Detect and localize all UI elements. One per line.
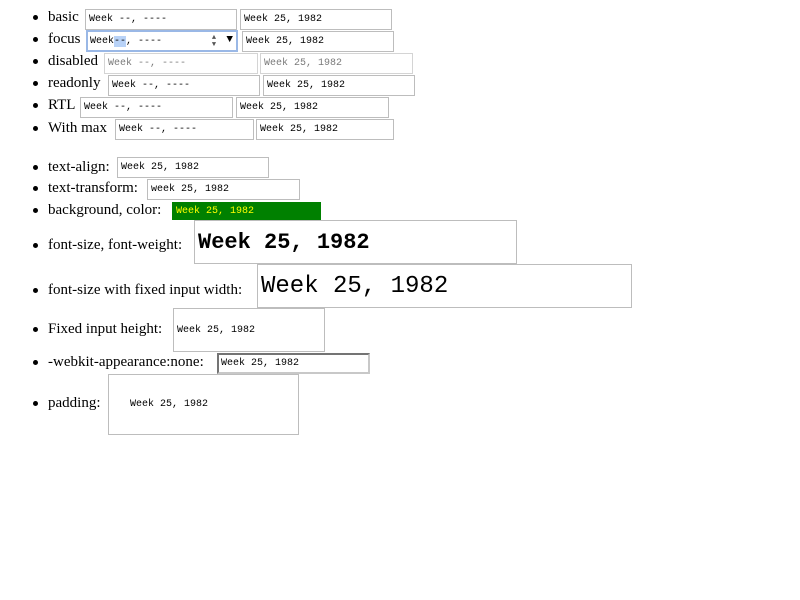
row-label: padding: <box>48 395 101 411</box>
row-label: disabled <box>48 53 98 69</box>
row-label: font-size with fixed input width: <box>48 282 243 298</box>
row-label: RTL <box>48 97 76 113</box>
week-input-readonly-filled[interactable]: Week 25, 1982 <box>263 75 415 96</box>
week-input-disabled-empty: Week --, ---- <box>104 53 258 74</box>
week-input-fixed-height[interactable]: Week 25, 1982 <box>173 308 325 352</box>
week-input-focus-empty[interactable]: Week -- , ---- ▲ ▼ ▼ <box>86 30 238 52</box>
row-label: -webkit-appearance:none: <box>48 354 204 370</box>
row-label: With max <box>48 120 107 136</box>
row-label: text-transform: <box>48 180 138 196</box>
row-label: font-size, font-weight: <box>48 237 183 253</box>
week-input-max-filled[interactable]: Week 25, 1982 <box>256 119 394 140</box>
week-input-readonly-empty[interactable]: Week --, ---- <box>108 75 260 96</box>
dropdown-triangle-icon[interactable]: ▼ <box>226 34 233 46</box>
week-input-basic-filled[interactable]: Week 25, 1982 <box>240 9 392 30</box>
spinner-arrows-icon[interactable]: ▲ ▼ <box>210 35 218 49</box>
week-input-rtl-filled[interactable]: Week 25, 1982 <box>236 97 389 118</box>
week-input-font-size-fixed-width[interactable]: Week 25, 1982 <box>257 264 632 308</box>
week-input-appearance-none[interactable]: Week 25, 1982 <box>217 353 370 374</box>
week-prefix-text: Week <box>90 35 115 47</box>
week-input-disabled-filled: Week 25, 1982 <box>260 53 413 74</box>
week-input-max-empty[interactable]: Week --, ---- <box>115 119 254 140</box>
row-label: text-align: <box>48 159 110 175</box>
week-input-padding[interactable]: Week 25, 1982 <box>108 374 299 435</box>
row-label: focus <box>48 31 81 47</box>
row-label: basic <box>48 9 79 25</box>
week-input-background-color[interactable]: Week 25, 1982 <box>172 202 321 220</box>
week-input-basic-empty[interactable]: Week --, ---- <box>85 9 237 30</box>
row-label: Fixed input height: <box>48 321 163 337</box>
week-input-focus-filled[interactable]: Week 25, 1982 <box>242 31 394 52</box>
row-label: readonly <box>48 75 101 91</box>
week-segment-selected[interactable]: -- <box>114 35 127 47</box>
week-input-font-size-weight[interactable]: Week 25, 1982 <box>194 220 517 264</box>
week-input-text-align[interactable]: Week 25, 1982 <box>117 157 269 178</box>
week-input-text-transform[interactable]: week 25, 1982 <box>147 179 300 200</box>
row-label: background, color: <box>48 202 162 218</box>
week-input-rtl-empty[interactable]: Week --, ---- <box>80 97 233 118</box>
year-segment-text[interactable]: , ---- <box>126 36 162 47</box>
